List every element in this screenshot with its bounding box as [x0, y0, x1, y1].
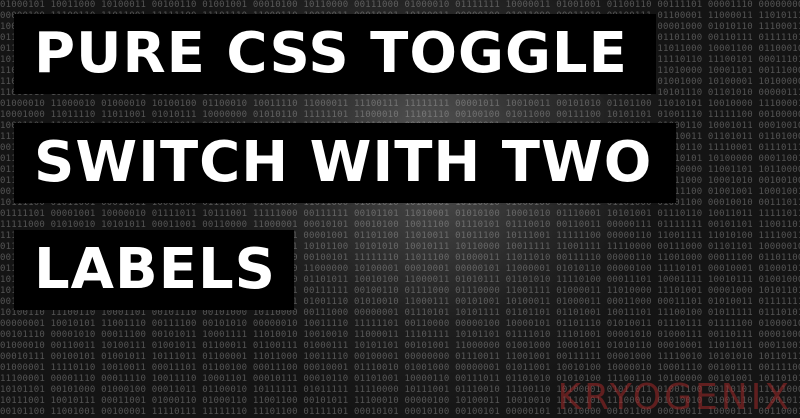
watermark-logo: KRYOGENIX — [557, 377, 792, 418]
title-line-2: SWITCH WITH TWO — [14, 123, 676, 203]
banner-image: 01000101 10011000 10100011 00100110 0100… — [0, 0, 800, 418]
title-line-3: LABELS — [14, 230, 294, 310]
title-line-1: PURE CSS TOGGLE — [14, 14, 656, 94]
